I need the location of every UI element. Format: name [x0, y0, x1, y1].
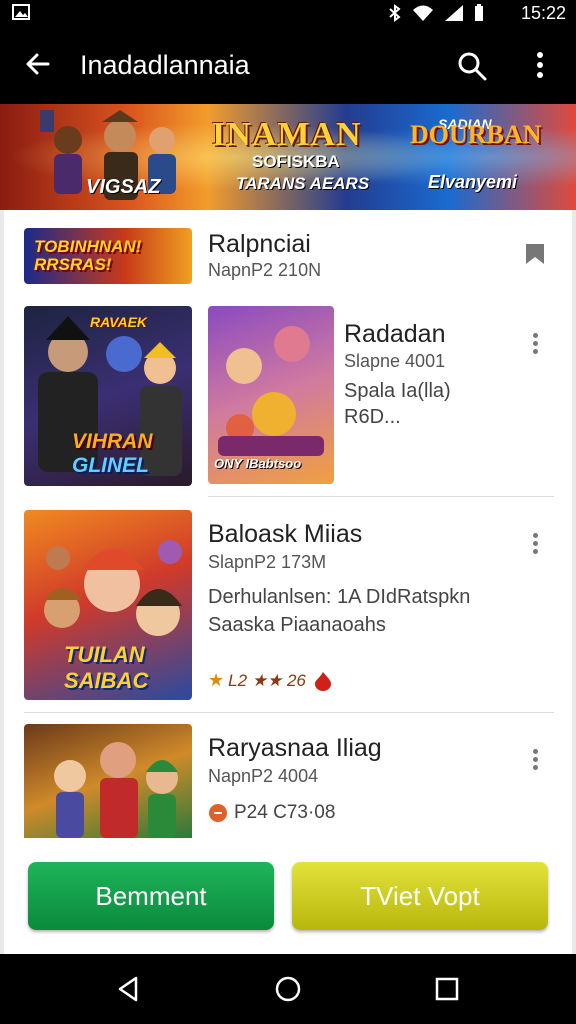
- bluetooth-icon: [389, 4, 401, 22]
- banner-right-logo: DOURBAN: [410, 120, 542, 149]
- clock: 15:22: [520, 3, 566, 23]
- item1-poster-text-1: VIHRAN: [72, 430, 153, 453]
- signal-icon: [445, 5, 463, 21]
- item3-thumbnail[interactable]: [24, 724, 192, 838]
- more-options-icon[interactable]: [526, 48, 554, 82]
- item3-price: P24 C73·08: [208, 802, 335, 824]
- item1-desc-1: Spala Ia(lla): [344, 380, 451, 402]
- nav-home-icon[interactable]: [273, 974, 303, 1004]
- item1-poster[interactable]: RAVAEK VIHRAN GLINEL: [24, 306, 192, 486]
- status-bar: 15:22: [0, 0, 576, 26]
- item3-more-icon[interactable]: [528, 746, 542, 774]
- featured-title[interactable]: Ralpnciai: [208, 230, 311, 259]
- nav-back-icon[interactable]: [114, 974, 144, 1004]
- battery-icon: [475, 4, 483, 21]
- item1-title[interactable]: Radadan: [344, 320, 445, 349]
- item3-thumbnail-art: [54, 742, 178, 838]
- item1-poster-top-text: RAVAEK: [90, 314, 148, 330]
- item1-poster-text-2: GLINEL: [72, 454, 149, 477]
- coin-icon: [209, 804, 227, 822]
- banner-subtitle-2: TARANS AEARS: [236, 174, 370, 193]
- star-icon: ★: [208, 670, 225, 690]
- banner-title: INAMAN: [212, 116, 362, 153]
- item2-desc-2: Saaska Piaanaoahs: [208, 614, 386, 636]
- back-arrow-icon[interactable]: [22, 48, 54, 80]
- item3-title[interactable]: Raryasnaa Iliag: [208, 734, 382, 763]
- item3-price-text: P24 C73·08: [234, 802, 336, 823]
- flame-icon: [314, 671, 331, 691]
- item2-rating-text: L2 ★★ 26: [228, 670, 306, 690]
- system-nav-bar: [0, 954, 576, 1024]
- item1-subtitle: Slapne 4001: [344, 351, 446, 371]
- item3-subtitle: NapnP2 4004: [208, 766, 319, 786]
- content-area: TOBINHNAN! RRSRAS! Ralpnciai NapnP2 210N…: [0, 210, 576, 954]
- item2-thumbnail[interactable]: TUILAN SAIBAC: [24, 510, 192, 700]
- item2-desc-1: Derhulanlsen: 1A DIdRatspkn: [208, 586, 471, 608]
- nav-recents-icon[interactable]: [432, 974, 462, 1004]
- banner-right-subtitle: Elvanyemi: [428, 172, 518, 192]
- bookmark-icon[interactable]: [524, 242, 546, 266]
- banner-subtitle-1: SOFISKBA: [252, 152, 340, 171]
- divider: [24, 712, 554, 713]
- promo-banner[interactable]: VIGSAZ INAMAN SOFISKBA TARANS AEARS SADI…: [0, 104, 576, 210]
- app-list-card: TOBINHNAN! RRSRAS! Ralpnciai NapnP2 210N…: [4, 210, 572, 954]
- item2-thumb-text-2: SAIBAC: [64, 668, 149, 693]
- item2-subtitle: SlapnP2 173M: [208, 552, 327, 572]
- item2-rating: ★ L2 ★★ 26: [208, 670, 332, 691]
- featured-thumb-text: TOBINHNAN! RRSRAS!: [34, 237, 142, 274]
- primary-button[interactable]: Bemment: [28, 862, 274, 930]
- secondary-button[interactable]: TViet Vopt: [292, 862, 548, 930]
- gallery-icon: [12, 4, 30, 20]
- item2-thumb-text-1: TUILAN: [64, 642, 145, 667]
- item1-desc-2: R6D...: [344, 406, 401, 428]
- featured-thumbnail[interactable]: TOBINHNAN! RRSRAS!: [24, 228, 192, 284]
- page-title: Inadadlannaia: [80, 50, 250, 80]
- app-bar: Inadadlannaia: [0, 26, 576, 104]
- item2-more-icon[interactable]: [528, 530, 542, 558]
- banner-left-text: VIGSAZ: [86, 176, 161, 198]
- item1-thumb-text: ONY IBabtsoo: [214, 456, 302, 471]
- search-icon[interactable]: [456, 50, 488, 82]
- item1-more-icon[interactable]: [528, 330, 542, 358]
- divider: [208, 496, 554, 497]
- item1-thumbnail[interactable]: ONY IBabtsoo: [208, 306, 334, 484]
- featured-subtitle: NapnP2 210N: [208, 260, 322, 280]
- wifi-icon: [413, 5, 433, 21]
- item2-title[interactable]: Baloask Miias: [208, 520, 362, 549]
